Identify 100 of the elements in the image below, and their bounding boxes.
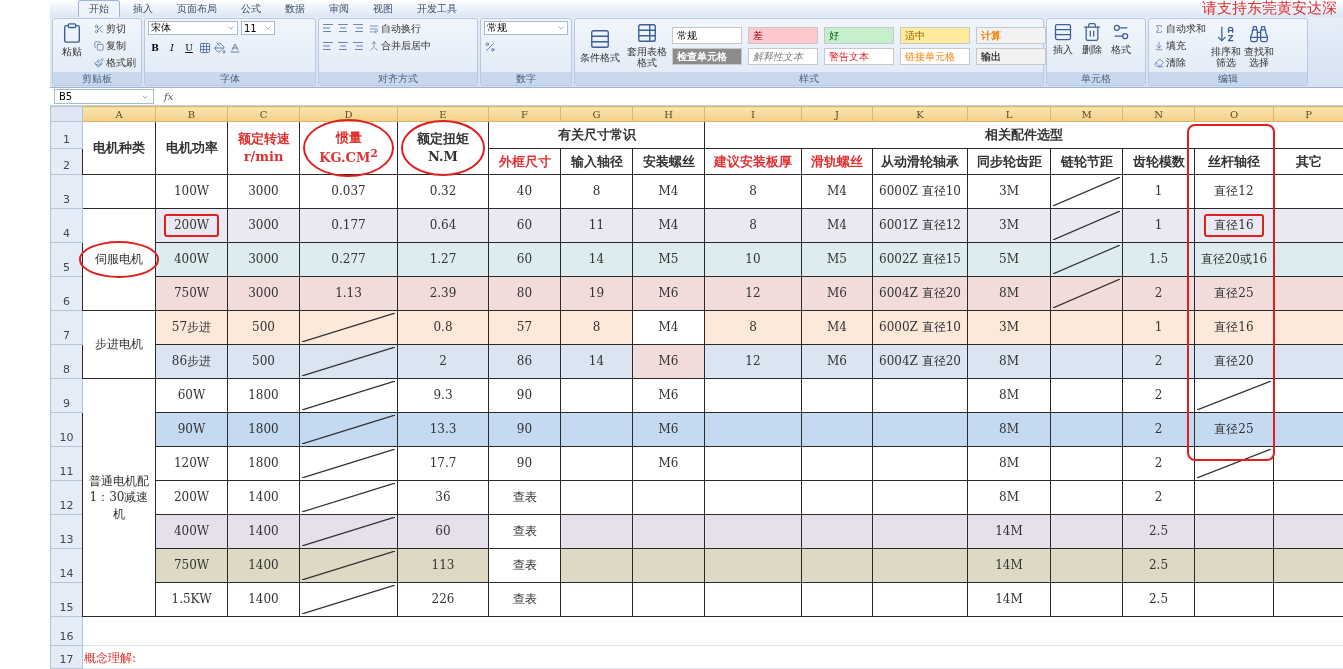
row-header[interactable]: 16 — [50, 616, 83, 646]
row-header[interactable]: 9 — [50, 378, 83, 413]
ribbon-tab[interactable]: 审阅 — [318, 0, 360, 17]
ribbon-tab[interactable]: 数据 — [274, 0, 316, 17]
eraser-icon — [1154, 57, 1164, 68]
font-size-dropdown[interactable]: 11 — [241, 21, 275, 35]
table-cell: 查表 — [488, 548, 561, 583]
table-cell: 14 — [560, 344, 633, 379]
table-cell: 0.277 — [299, 242, 398, 277]
column-header[interactable]: I — [704, 106, 802, 122]
align-left-icon — [322, 40, 334, 52]
table-cell: 6002Z 直径15 — [872, 242, 968, 277]
cell-style-button[interactable]: 好 — [824, 27, 894, 44]
column-header[interactable]: P — [1273, 106, 1343, 122]
row-header[interactable]: 10 — [50, 412, 83, 447]
row-header[interactable]: 12 — [50, 480, 83, 515]
table-cell: 0.64 — [397, 208, 489, 243]
table-cell: 57 — [488, 310, 561, 345]
table-cell: M4 — [632, 310, 705, 345]
number-format-dropdown[interactable]: 常规 — [484, 21, 568, 35]
table-cell: 100W — [155, 174, 228, 209]
column-header[interactable]: B — [155, 106, 228, 122]
column-header[interactable]: E — [397, 106, 489, 122]
name-box[interactable]: B5 — [54, 89, 154, 104]
edit-button[interactable]: 排序和筛选 — [1211, 22, 1241, 69]
cells-button[interactable]: 格式 — [1108, 21, 1134, 56]
align-button[interactable]: 自动换行 — [367, 21, 433, 36]
column-header[interactable]: D — [299, 106, 398, 122]
row-header[interactable]: 11 — [50, 446, 83, 481]
row-header[interactable]: 17 — [50, 645, 83, 669]
select-all-corner[interactable] — [50, 106, 83, 122]
column-header[interactable]: C — [227, 106, 300, 122]
styles-button[interactable]: 条件格式 — [578, 26, 622, 64]
table-cell: 113 — [397, 548, 489, 583]
column-header[interactable]: M — [1050, 106, 1123, 122]
table-cell: 750W — [155, 276, 228, 311]
table-cell: M4 — [632, 174, 705, 209]
cell-style-button[interactable]: 差 — [748, 27, 818, 44]
row-header[interactable]: 13 — [50, 514, 83, 549]
table-cell: 3000 — [227, 242, 300, 277]
column-header[interactable]: F — [488, 106, 561, 122]
table-cell: 滑轨螺丝 — [801, 148, 873, 175]
edit-button[interactable]: 自动求和 — [1152, 21, 1208, 36]
function-button[interactable]: fx — [160, 91, 178, 102]
row-header[interactable]: 1 — [50, 121, 83, 149]
clipboard-button[interactable]: 剪切 — [92, 21, 138, 36]
cell-style-button[interactable]: 输出 — [976, 48, 1046, 65]
row-header[interactable]: 15 — [50, 582, 83, 617]
format-button[interactable]: I — [165, 41, 179, 55]
styles-button[interactable]: 套用表格格式 — [625, 21, 669, 69]
column-header[interactable]: G — [560, 106, 633, 122]
column-header[interactable]: K — [872, 106, 968, 122]
paintbrush-icon — [94, 57, 104, 68]
clipboard-button[interactable]: 格式刷 — [92, 55, 138, 70]
cell-style-button[interactable]: 常规 — [672, 27, 742, 44]
ribbon-tab[interactable]: 插入 — [122, 0, 164, 17]
ribbon-tab[interactable]: 开发工具 — [406, 0, 468, 17]
edit-button[interactable]: 填充 — [1152, 38, 1208, 53]
cell-style-button[interactable]: 解释性文本 — [748, 48, 818, 65]
row-header[interactable]: 7 — [50, 310, 83, 345]
cell-style-button[interactable]: 警告文本 — [824, 48, 894, 65]
table-cell: 1400 — [227, 548, 300, 583]
cell-text: 额定扭矩 N.M — [417, 131, 469, 164]
column-header[interactable]: J — [801, 106, 873, 122]
table-cell — [801, 446, 873, 481]
row-header[interactable]: 3 — [50, 174, 83, 209]
ribbon-tab[interactable]: 页面布局 — [166, 0, 228, 17]
row-header[interactable]: 2 — [50, 148, 83, 175]
paste-button[interactable]: 粘贴 — [56, 21, 88, 58]
font-dropdown[interactable]: 宋体 — [148, 21, 238, 35]
table-cell: 普通电机配1：30减速机 — [82, 378, 156, 617]
table-cell: 建议安装板厚 — [704, 148, 802, 175]
column-header[interactable]: H — [632, 106, 705, 122]
edit-button[interactable]: 清除 — [1152, 55, 1208, 70]
align-button[interactable]: 合并后居中 — [367, 38, 433, 53]
edit-button[interactable]: 查找和选择 — [1244, 22, 1274, 69]
ribbon-tab[interactable]: 视图 — [362, 0, 404, 17]
cell-style-button[interactable]: 适中 — [900, 27, 970, 44]
table-cell: 57步进 — [155, 310, 228, 345]
clipboard-button[interactable]: 复制 — [92, 38, 138, 53]
cells-button[interactable]: 删除 — [1079, 21, 1105, 56]
table-cell: 14M — [967, 548, 1051, 583]
caret-icon — [557, 24, 565, 32]
ribbon-tab[interactable]: 公式 — [230, 0, 272, 17]
cells-button[interactable]: 插入 — [1050, 21, 1076, 56]
table-cell: 直径20或16 — [1194, 242, 1274, 277]
table-cell: 1800 — [227, 412, 300, 447]
column-header[interactable]: A — [82, 106, 156, 122]
format-button[interactable]: U — [182, 41, 196, 55]
row-header[interactable]: 5 — [50, 242, 83, 277]
column-header[interactable]: N — [1122, 106, 1195, 122]
format-button[interactable]: B — [148, 41, 162, 55]
row-header[interactable]: 8 — [50, 344, 83, 379]
row-header[interactable]: 6 — [50, 276, 83, 311]
table-cell: M4 — [801, 310, 873, 345]
ribbon-tab[interactable]: 开始 — [78, 0, 120, 17]
row-header[interactable]: 4 — [50, 208, 83, 243]
table-cell: 60 — [488, 242, 561, 277]
row-header[interactable]: 14 — [50, 548, 83, 583]
column-header[interactable]: L — [967, 106, 1051, 122]
